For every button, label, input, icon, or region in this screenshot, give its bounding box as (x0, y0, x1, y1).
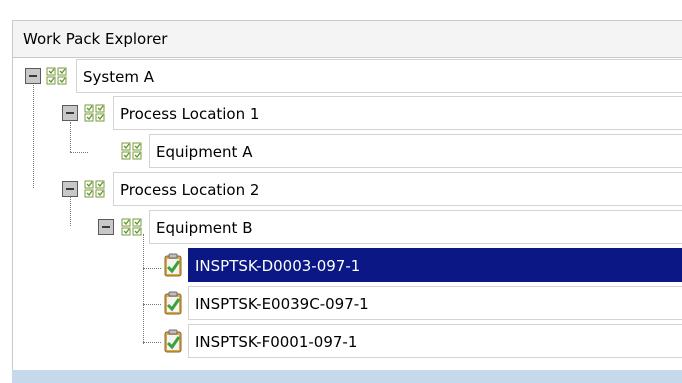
tree-node-label-box[interactable]: Equipment B (149, 210, 682, 244)
collapse-toggle[interactable] (62, 105, 78, 121)
tree-node-label: INSPTSK-D0003-097-1 (195, 257, 361, 275)
tree-node-label-box[interactable]: INSPTSK-F0001-097-1 (188, 324, 682, 358)
tree-node-label: Equipment B (156, 219, 253, 237)
collapse-toggle[interactable] (25, 68, 41, 84)
tree-node-equipment-b[interactable]: Equipment B (13, 209, 682, 245)
inspection-task-icon (164, 253, 182, 277)
tree-node-label-box[interactable]: Process Location 1 (113, 96, 682, 130)
collapse-toggle[interactable] (98, 219, 114, 235)
tree-node-label-box[interactable]: Equipment A (149, 134, 682, 168)
tree-node-label-box[interactable]: INSPTSK-E0039C-097-1 (188, 286, 682, 320)
workpack-group-icon (46, 67, 67, 85)
tree-node-label-box[interactable]: System A (76, 59, 682, 93)
tree-node-label: INSPTSK-E0039C-097-1 (195, 295, 369, 313)
tree-node-process-location-2[interactable]: Process Location 2 (13, 171, 682, 207)
status-bar (12, 370, 682, 383)
workpack-group-icon (84, 180, 105, 198)
panel-title-bar: Work Pack Explorer (12, 20, 682, 58)
workpack-group-icon (121, 218, 142, 236)
tree-node-label: Process Location 2 (120, 181, 260, 199)
tree-node-label-box[interactable]: Process Location 2 (113, 172, 682, 206)
tree-node-label: System A (83, 68, 154, 86)
panel-title: Work Pack Explorer (23, 30, 168, 48)
work-pack-explorer-panel: Work Pack Explorer System A Process Loca… (0, 0, 682, 383)
inspection-task-icon (164, 291, 182, 315)
tree-node-equipment-a[interactable]: Equipment A (13, 133, 682, 169)
tree-node-task[interactable]: INSPTSK-F0001-097-1 (13, 323, 682, 359)
collapse-toggle[interactable] (62, 181, 78, 197)
tree-node-label-box[interactable]: INSPTSK-D0003-097-1 (188, 248, 682, 282)
tree-node-label: INSPTSK-F0001-097-1 (195, 333, 358, 351)
tree-node-process-location-1[interactable]: Process Location 1 (13, 95, 682, 131)
tree-node-task[interactable]: INSPTSK-D0003-097-1 (13, 247, 682, 283)
work-pack-tree[interactable]: System A Process Location 1 Equipment A … (12, 58, 682, 370)
tree-node-label: Equipment A (156, 143, 253, 161)
workpack-group-icon (84, 104, 105, 122)
workpack-group-icon (121, 142, 142, 160)
tree-node-task[interactable]: INSPTSK-E0039C-097-1 (13, 285, 682, 321)
tree-node-label: Process Location 1 (120, 105, 260, 123)
inspection-task-icon (164, 329, 182, 353)
tree-node-system-a[interactable]: System A (13, 58, 682, 94)
